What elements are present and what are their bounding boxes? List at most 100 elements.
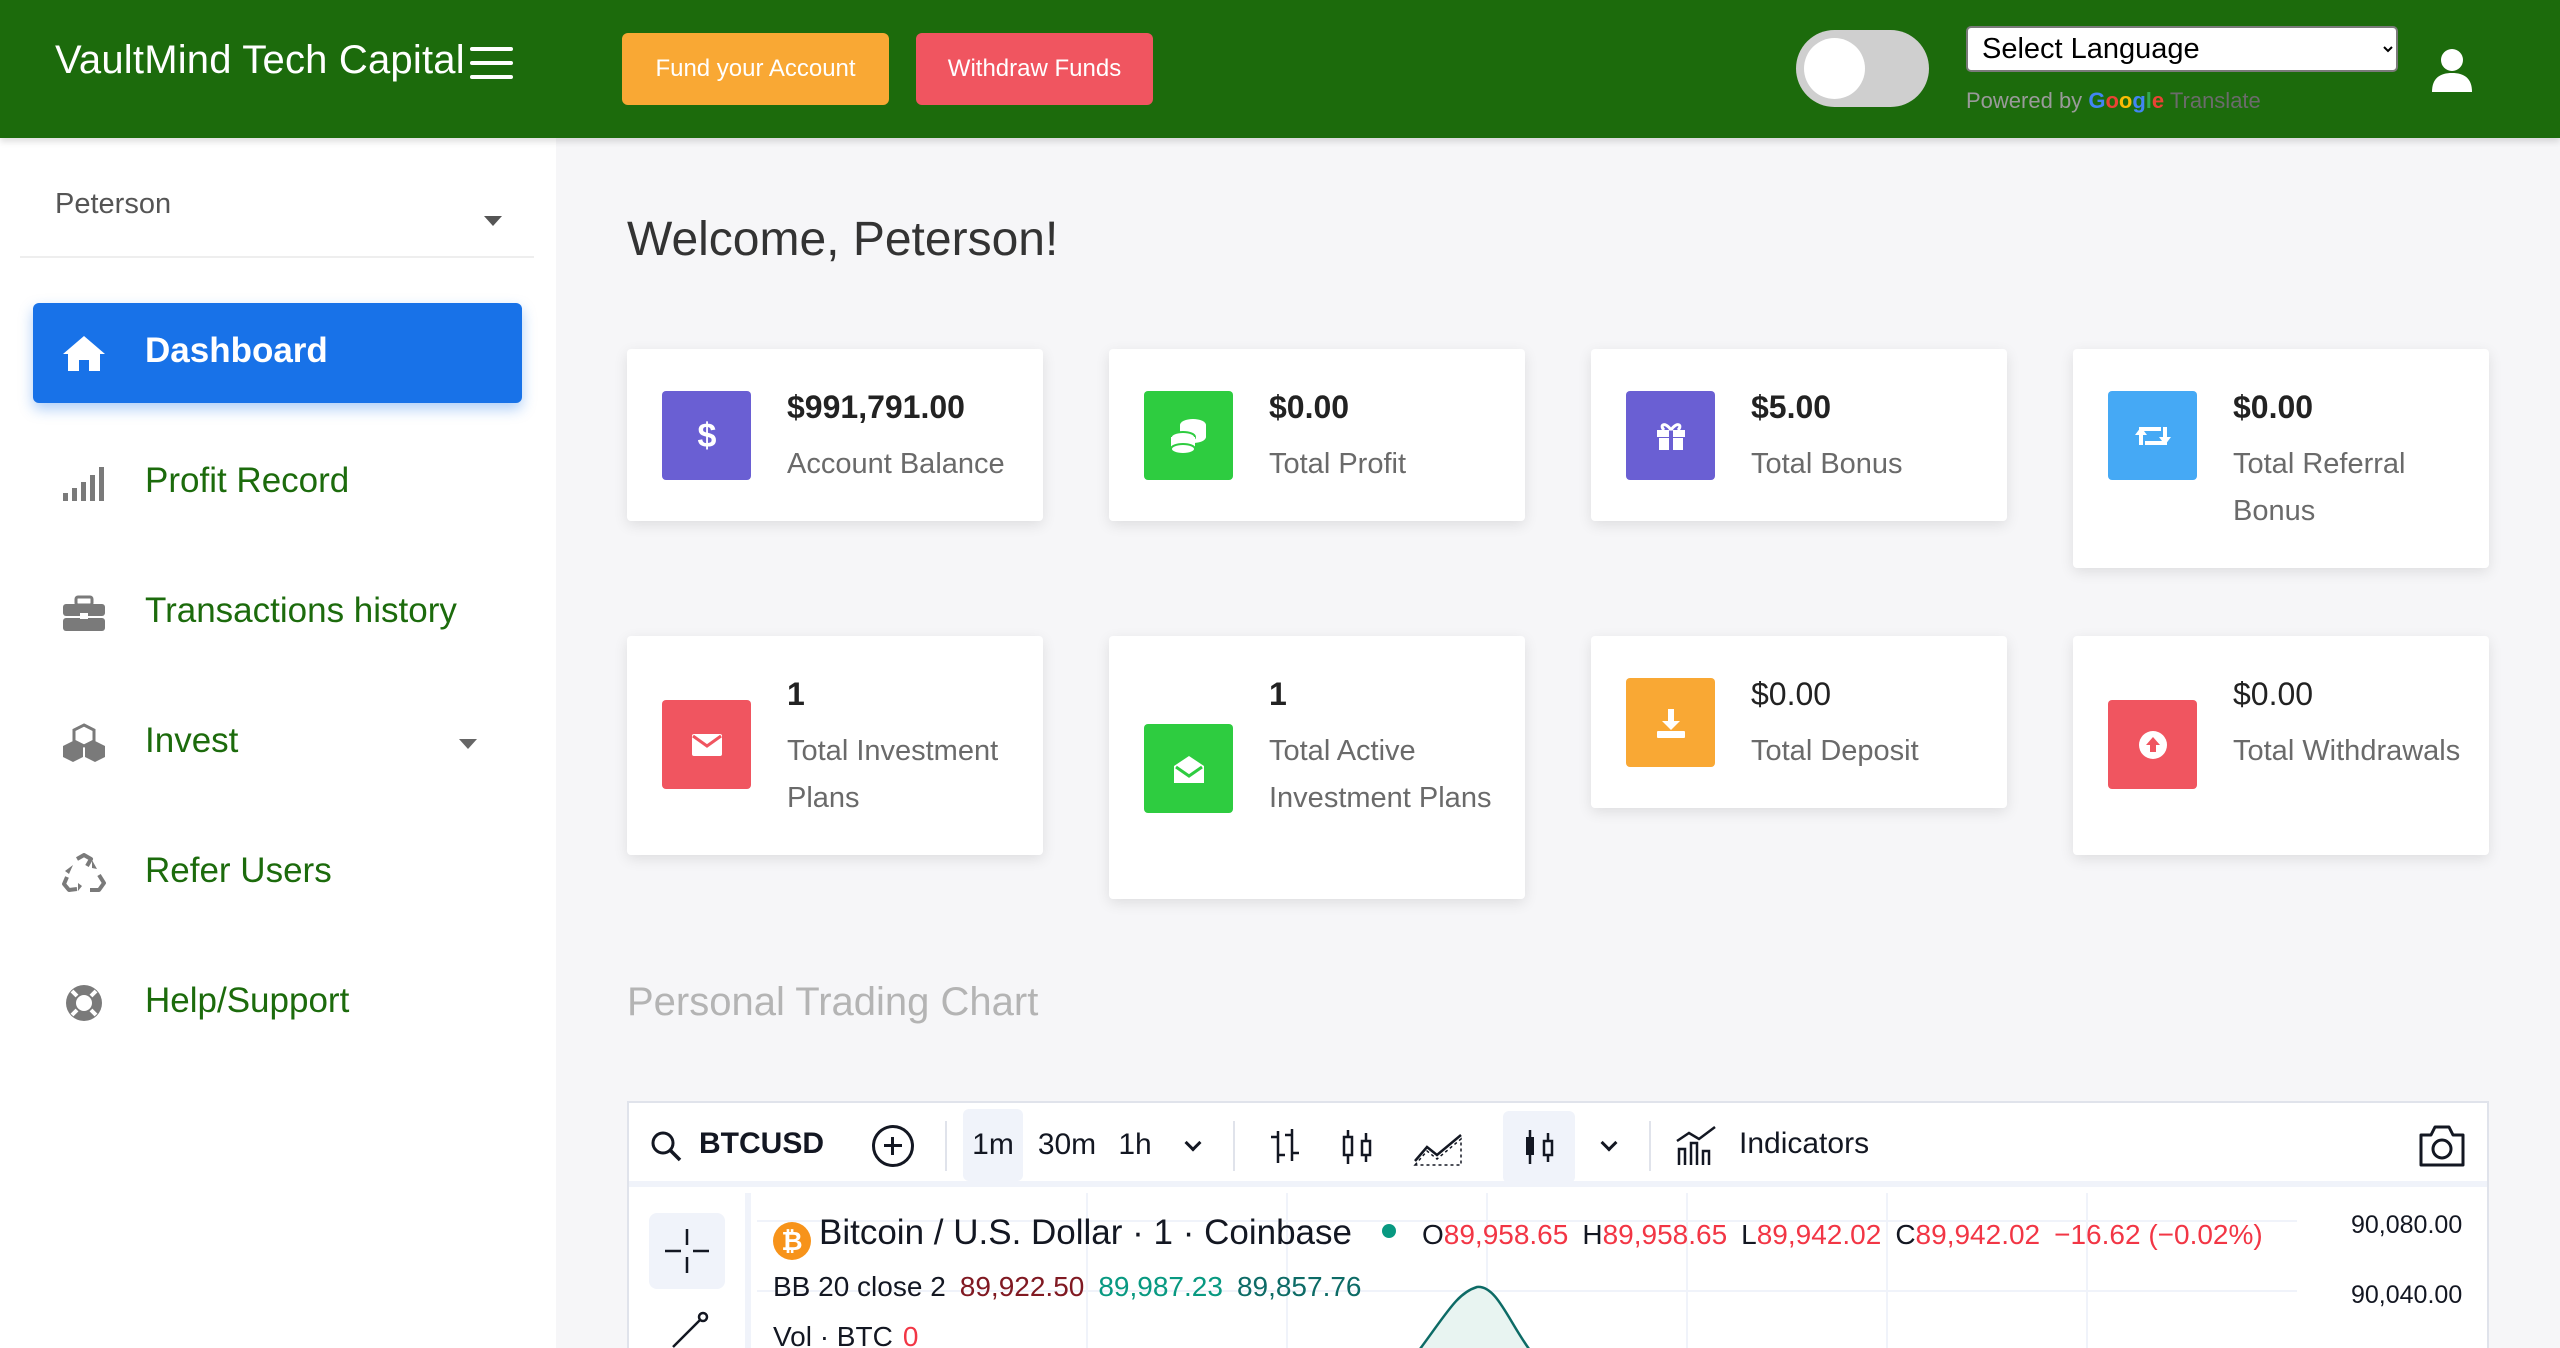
briefcase-icon (63, 595, 105, 631)
indicators-button[interactable]: Indicators (1739, 1127, 1869, 1161)
trend-line-icon[interactable] (669, 1311, 709, 1348)
fund-account-button[interactable]: Fund your Account (622, 33, 889, 105)
stat-label: Total Withdrawals (2233, 735, 2461, 767)
price-change: −16.62 (−0.02%) (2054, 1219, 2263, 1250)
stat-label: Total Deposit (1751, 735, 1919, 767)
sidebar-item-label: Dashboard (145, 331, 328, 370)
trading-chart-widget[interactable]: BTCUSD 1m 30m 1h Indicators ₿ Bitcoin / … (627, 1101, 2489, 1348)
crosshair-icon[interactable] (649, 1213, 725, 1289)
sidebar-item-label: Invest (145, 721, 239, 760)
coins-icon (1144, 391, 1233, 480)
sidebar-user-dropdown[interactable]: Peterson (20, 168, 534, 258)
sidebar: Peterson Dashboard Profit Record Transac… (0, 138, 556, 1348)
stat-value: $0.00 (1751, 676, 1832, 712)
stat-card-total-profit: $0.00 Total Profit (1109, 349, 1525, 521)
envelope-icon (662, 700, 751, 789)
candles-style-icon[interactable] (1321, 1111, 1393, 1183)
indicators-icon[interactable] (1659, 1109, 1731, 1181)
market-open-dot-icon (1381, 1224, 1396, 1238)
toolbar-divider (1233, 1121, 1235, 1171)
life-ring-icon (66, 985, 102, 1021)
sidebar-item-transactions-history[interactable]: Transactions history (33, 563, 522, 663)
bb-upper-value: 89,987.23 (1098, 1271, 1223, 1302)
stat-label: Total Profit (1269, 448, 1406, 480)
download-icon (1626, 678, 1715, 767)
stat-label: Total Investment Plans (787, 735, 999, 814)
brand-title[interactable]: VaultMind Tech Capital (55, 38, 465, 83)
stat-value: $5.00 (1751, 389, 1832, 425)
stat-value: $0.00 (2233, 389, 2314, 425)
volume-legend[interactable]: Vol · BTC 0 (773, 1321, 918, 1348)
compare-symbol-plus-icon[interactable] (872, 1125, 914, 1167)
pair-title: Bitcoin / U.S. Dollar · 1 · Coinbase (819, 1213, 1352, 1252)
powered-by-label: Powered by (1966, 88, 2083, 113)
stat-value: $991,791.00 (787, 389, 965, 425)
sidebar-item-dashboard[interactable]: Dashboard (33, 303, 522, 403)
camera-icon[interactable] (2415, 1121, 2469, 1171)
chart-toolbar: BTCUSD 1m 30m 1h Indicators (629, 1103, 2487, 1187)
stat-card-total-investment-plans: 1 Total Investment Plans (627, 636, 1043, 855)
stat-card-total-withdrawals: $0.00 Total Withdrawals (2073, 636, 2489, 855)
cubes-icon (63, 723, 105, 762)
sidebar-item-label: Help/Support (145, 981, 350, 1020)
retweet-icon (2108, 391, 2197, 480)
symbol-search[interactable]: BTCUSD (651, 1127, 824, 1161)
price-scale-label: 90,040.00 (2351, 1281, 2463, 1309)
sidebar-item-label: Refer Users (145, 851, 332, 890)
stat-label: Total Bonus (1751, 448, 1903, 480)
interval-1h[interactable]: 1h (1109, 1109, 1161, 1181)
ohlc-values: O89,958.65 H89,958.65 L89,942.02 C89,942.02… (1421, 1219, 2263, 1250)
stat-label: Total Active Investment Plans (1269, 735, 1492, 814)
toolbar-divider (1649, 1121, 1651, 1171)
stat-card-total-deposit: $0.00 Total Deposit (1591, 636, 2007, 808)
sidebar-item-invest[interactable]: Invest (33, 693, 522, 793)
bitcoin-icon: ₿ (773, 1222, 811, 1260)
stat-label: Account Balance (787, 448, 1005, 480)
interval-1m[interactable]: 1m (963, 1109, 1023, 1181)
language-select[interactable]: Select Language (1966, 26, 2398, 72)
stat-card-total-active-investment-plans: 1 Total Active Investment Plans (1109, 636, 1525, 899)
caret-down-icon (459, 739, 477, 749)
recycle-icon (62, 853, 106, 892)
bars-style-icon[interactable] (1249, 1111, 1321, 1183)
price-scale-label: 90,080.00 (2351, 1211, 2463, 1239)
withdraw-funds-button[interactable]: Withdraw Funds (916, 33, 1153, 105)
svg-text:$: $ (697, 417, 716, 455)
sidebar-item-help-support[interactable]: Help/Support (33, 953, 522, 1053)
sidebar-item-refer-users[interactable]: Refer Users (33, 823, 522, 923)
user-icon[interactable] (2432, 48, 2472, 92)
sidebar-item-profit-record[interactable]: Profit Record (33, 433, 522, 533)
volume-label: Vol · BTC (773, 1321, 893, 1348)
signal-bars-icon (63, 467, 104, 501)
stat-value: $0.00 (1269, 389, 1350, 425)
trading-chart-title: Personal Trading Chart (627, 980, 1039, 1024)
bollinger-bands-legend[interactable]: BB 20 close 2 89,922.50 89,987.23 89,857.76 (773, 1271, 1362, 1303)
toggle-knob (1804, 38, 1865, 99)
sidebar-item-label: Transactions history (145, 591, 457, 630)
arrow-circle-up-icon (2108, 700, 2197, 789)
chart-style-chevron-down-icon[interactable] (1600, 1134, 1618, 1152)
stat-label: Total Referral Bonus (2233, 448, 2406, 527)
bb-lower-value: 89,857.76 (1236, 1271, 1362, 1302)
stat-card-account-balance: $ $991,791.00 Account Balance (627, 349, 1043, 521)
powered-by-google-translate: Powered by Google Translate (1966, 88, 2261, 114)
caret-down-icon (484, 216, 502, 226)
interval-chevron-down-icon[interactable] (1184, 1134, 1202, 1152)
bb-label: BB 20 close 2 (773, 1271, 946, 1302)
theme-toggle[interactable] (1796, 30, 1929, 107)
chart-legend-main: ₿ Bitcoin / U.S. Dollar · 1 · Coinbase O89… (773, 1213, 2277, 1260)
volume-value: 0 (902, 1321, 919, 1348)
stat-card-total-bonus: $5.00 Total Bonus (1591, 349, 2007, 521)
sidebar-item-label: Profit Record (145, 461, 350, 500)
stat-value: $0.00 (2233, 676, 2314, 712)
hamburger-menu-icon[interactable] (470, 47, 513, 81)
translate-label: Translate (2169, 88, 2261, 113)
home-icon (63, 336, 105, 371)
sidebar-user-name: Peterson (55, 188, 172, 220)
hollow-candles-style-icon[interactable] (1503, 1111, 1575, 1183)
stat-value: 1 (1269, 676, 1287, 712)
google-logo[interactable]: Google (2088, 88, 2164, 113)
area-style-icon[interactable] (1397, 1111, 1469, 1183)
welcome-heading: Welcome, Peterson! (627, 213, 1059, 266)
interval-30m[interactable]: 30m (1033, 1109, 1101, 1181)
